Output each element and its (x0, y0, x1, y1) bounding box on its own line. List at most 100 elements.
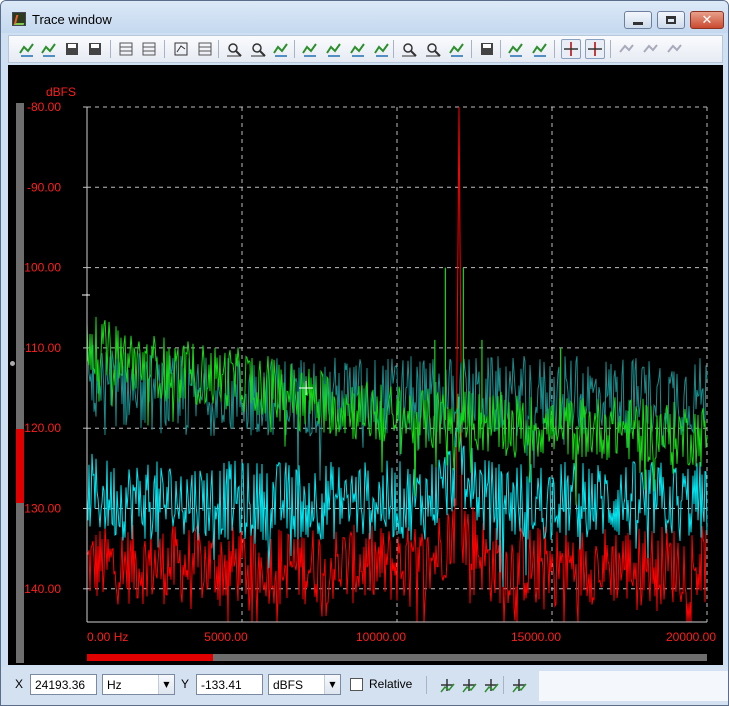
table-icon (198, 42, 212, 56)
horizontal-range-indicator[interactable] (87, 654, 213, 661)
vertical-range-slider[interactable] (10, 103, 24, 663)
y-tick-label: -80.00 (27, 100, 61, 114)
minimize-button[interactable] (624, 11, 652, 29)
valley-marker-icon (532, 43, 547, 57)
save-trace-button[interactable] (62, 39, 82, 59)
zoom-in-button[interactable] (224, 39, 244, 59)
trace-properties-button[interactable] (139, 39, 159, 59)
spectrum-chart[interactable]: -80.00 -90.00 -100.00 -110.00 -120.00 -130.00… (8, 65, 723, 665)
cursor-mode-icon (564, 42, 578, 56)
cross-cursor-icon (588, 42, 602, 56)
toolbar-separator (610, 40, 611, 58)
title-bar[interactable]: Trace window ✕ (1, 1, 728, 33)
trace-shift-2-button[interactable] (324, 39, 344, 59)
marker-add-button[interactable] (437, 675, 457, 695)
zoom-x-button[interactable] (399, 39, 419, 59)
remove-trace-button[interactable] (39, 39, 59, 59)
trace-shift-3-button[interactable] (348, 39, 368, 59)
valley-marker-button[interactable] (530, 39, 550, 59)
toolbar-separator (110, 40, 111, 58)
add-trace-button[interactable] (17, 39, 37, 59)
separator (503, 676, 504, 694)
autoscale-button[interactable] (271, 39, 291, 59)
disabled-1-icon (619, 44, 634, 53)
toolbar-separator (500, 40, 501, 58)
zoom-y-icon (426, 43, 441, 57)
y-tick-label: -110.00 (21, 341, 61, 355)
trace-color-button[interactable] (116, 39, 136, 59)
trace-shift-2-icon (326, 43, 341, 57)
toolbar-separator (294, 40, 295, 58)
trace-properties-icon (142, 42, 156, 56)
vertical-slider-thumb[interactable] (10, 361, 15, 366)
cross-cursor-button[interactable] (585, 39, 605, 59)
toolbar-separator (218, 40, 219, 58)
trace-toolbar (8, 35, 723, 63)
print-icon (481, 43, 493, 55)
toolbar-separator (393, 40, 394, 58)
fit-button[interactable] (447, 39, 467, 59)
x-tick-label: 20000.00 (666, 630, 716, 644)
trace-plot-area[interactable]: -80.00 -90.00 -100.00 -110.00 -120.00 -130.00… (8, 65, 723, 665)
horizontal-range-slider[interactable] (87, 654, 707, 661)
save-trace-icon (66, 43, 78, 55)
y-unit-select[interactable]: dBFS ▼ (268, 674, 341, 695)
relative-label[interactable]: Relative (369, 677, 412, 691)
marker-next-icon (462, 679, 477, 693)
minimize-icon (633, 21, 643, 25)
close-icon: ✕ (701, 12, 713, 28)
toolbar-separator (554, 40, 555, 58)
y-axis-unit: dBFS (46, 85, 76, 99)
marker-settings-icon (512, 679, 527, 693)
autoscale-icon (273, 43, 288, 57)
peak-marker-icon (508, 43, 523, 57)
marker-peak-icon (484, 679, 499, 693)
trace-shift-1-button[interactable] (300, 39, 320, 59)
zoom-x-icon (402, 43, 417, 57)
disabled-3-button (664, 39, 684, 59)
x-tick-label: 10000.00 (356, 630, 406, 644)
toolbar-separator (164, 40, 165, 58)
zoom-in-icon (227, 43, 242, 57)
vertical-range-indicator[interactable] (16, 429, 24, 503)
disabled-2-icon (643, 44, 658, 53)
trace-shift-4-button[interactable] (372, 39, 392, 59)
zoom-y-button[interactable] (423, 39, 443, 59)
table-button[interactable] (195, 39, 215, 59)
separator (426, 676, 427, 694)
x-tick-label: 15000.00 (511, 630, 561, 644)
y-tick-label: -100.00 (20, 261, 61, 275)
y-tick-label: -120.00 (20, 421, 61, 435)
marker-add-icon (440, 679, 455, 693)
plot-grid (86, 106, 708, 622)
add-trace-icon (19, 43, 34, 57)
cursor-mode-button[interactable] (561, 39, 581, 59)
peak-marker-button[interactable] (506, 39, 526, 59)
x-tick-label: 5000.00 (204, 630, 248, 644)
y-tick-label: -140.00 (20, 582, 61, 596)
cursor-status-bar: X 24193.36 Hz ▼ Y -133.41 dBFS ▼ Relativ… (1, 667, 728, 705)
marker-settings-button[interactable] (509, 675, 529, 695)
marker-next-button[interactable] (459, 675, 479, 695)
zoom-out-icon (251, 43, 266, 57)
chevron-down-icon[interactable]: ▼ (324, 675, 340, 694)
relative-checkbox[interactable] (350, 678, 363, 691)
trace-window: Trace window ✕ -80.00 -90.00 -100.00 -110.0… (0, 0, 729, 706)
app-trace-icon (12, 12, 26, 26)
status-spacer (539, 671, 728, 701)
print-button[interactable] (477, 39, 497, 59)
zoom-out-button[interactable] (248, 39, 268, 59)
chevron-down-icon[interactable]: ▼ (158, 675, 174, 694)
copy-trace-button[interactable] (85, 39, 105, 59)
maximize-button[interactable] (657, 11, 685, 29)
y-value-field[interactable]: -133.41 (196, 674, 263, 695)
copy-trace-icon (89, 43, 101, 55)
y-label: Y (181, 677, 190, 691)
edit-button[interactable] (171, 39, 191, 59)
window-title: Trace window (32, 12, 112, 27)
close-button[interactable]: ✕ (690, 11, 724, 29)
x-unit-select[interactable]: Hz ▼ (102, 674, 175, 695)
y-unit-value: dBFS (273, 678, 304, 692)
marker-peak-button[interactable] (481, 675, 501, 695)
x-value-field[interactable]: 24193.36 (30, 674, 97, 695)
